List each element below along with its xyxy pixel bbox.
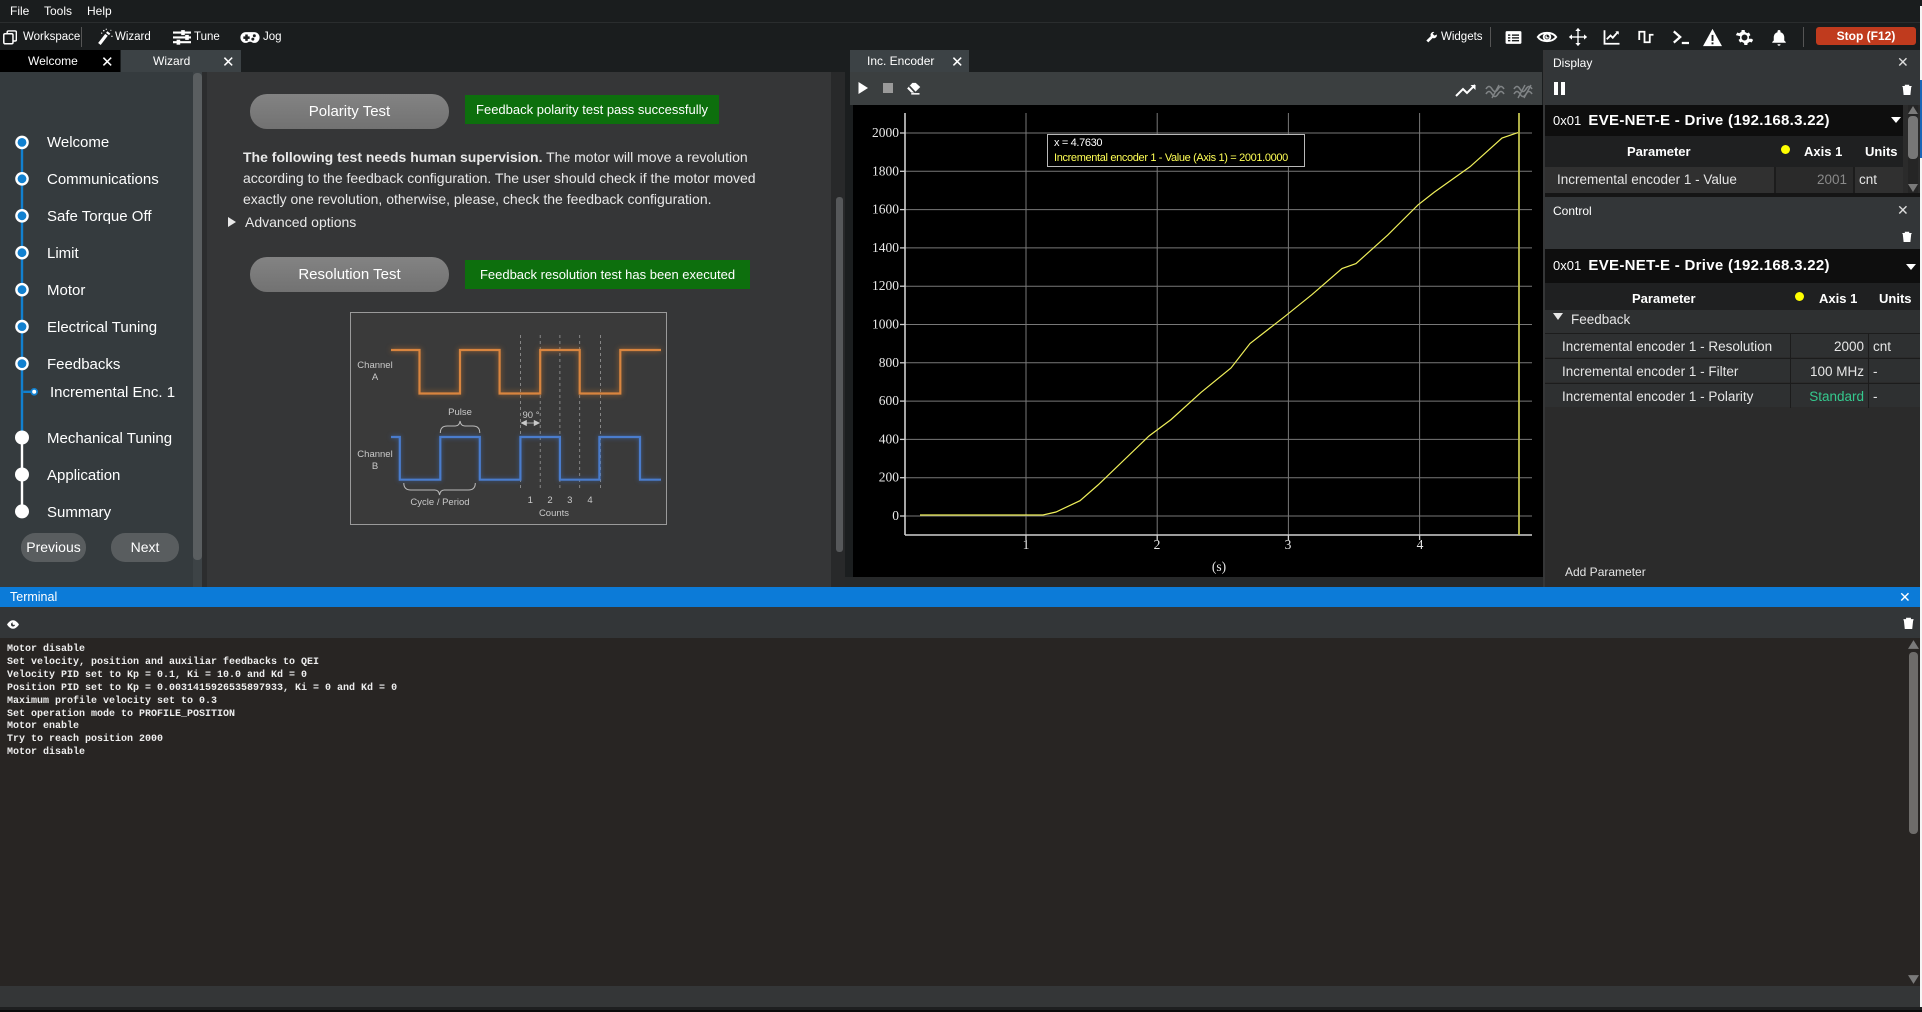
svg-text:3: 3: [1285, 537, 1292, 552]
svg-text:Pulse: Pulse: [448, 407, 472, 418]
svg-text:800: 800: [879, 355, 900, 370]
svg-text:4: 4: [1417, 537, 1424, 552]
svg-text:Cycle / Period: Cycle / Period: [410, 497, 469, 508]
svg-text:1800: 1800: [872, 163, 899, 178]
svg-text:1: 1: [1023, 537, 1030, 552]
svg-text:200: 200: [879, 470, 900, 485]
svg-text:Channel: Channel: [357, 449, 392, 460]
svg-text:2: 2: [547, 495, 552, 506]
svg-text:400: 400: [879, 431, 900, 446]
svg-text:1200: 1200: [872, 278, 899, 293]
svg-text:1000: 1000: [872, 317, 899, 332]
svg-text:3: 3: [567, 495, 572, 506]
svg-text:2000: 2000: [872, 125, 899, 140]
svg-text:600: 600: [879, 393, 900, 408]
svg-text:A: A: [372, 372, 379, 383]
svg-text:1: 1: [528, 495, 533, 506]
svg-text:4: 4: [587, 495, 592, 506]
svg-text:Channel: Channel: [357, 360, 392, 371]
svg-text:90 °: 90 °: [522, 410, 539, 421]
svg-text:1600: 1600: [872, 202, 899, 217]
svg-text:1400: 1400: [872, 240, 899, 255]
svg-text:(s): (s): [1212, 559, 1226, 574]
svg-text:Counts: Counts: [539, 508, 569, 519]
svg-text:0: 0: [892, 508, 899, 523]
svg-text:2: 2: [1154, 537, 1161, 552]
svg-text:B: B: [372, 461, 378, 472]
